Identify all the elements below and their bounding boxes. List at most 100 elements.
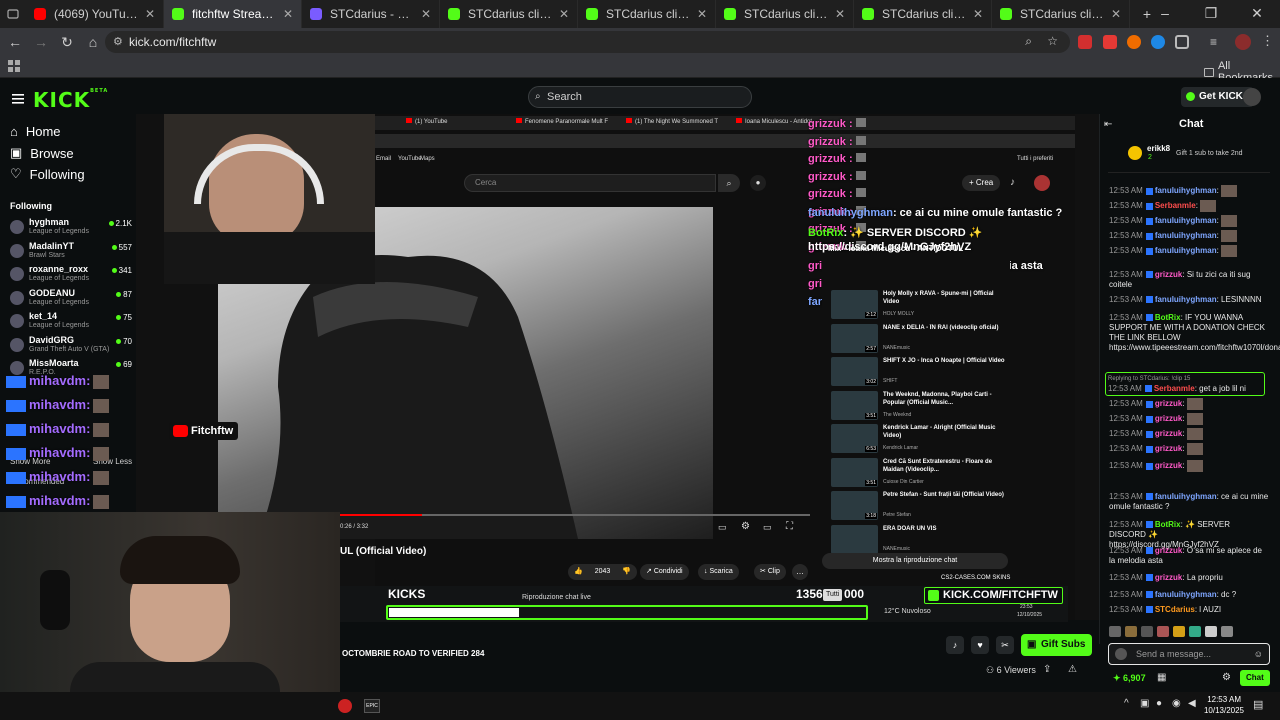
chat-message-input[interactable]: Send a message... ☺: [1108, 643, 1270, 665]
calendar-icon[interactable]: ▦: [1157, 672, 1166, 683]
tab-close-icon[interactable]: ✕: [973, 7, 983, 21]
tray-volume-icon[interactable]: ◀: [1188, 698, 1196, 709]
chat-message[interactable]: 12:53 AM Serbanmle:: [1109, 200, 1269, 212]
emote-icon[interactable]: [1141, 626, 1153, 637]
share-button[interactable]: ↗ Condividi: [640, 564, 689, 580]
playlist-item[interactable]: 3:18 Petre Stefan - Sunt frații tăi (Offi…: [831, 491, 1006, 522]
send-chat-button[interactable]: Chat: [1240, 670, 1270, 686]
home-icon[interactable]: ⌂: [80, 29, 106, 55]
chat-username[interactable]: grizzuk: [1155, 444, 1183, 453]
chat-username[interactable]: grizzuk: [1155, 546, 1183, 555]
subtitles-icon[interactable]: ▭: [718, 522, 727, 533]
channel-points[interactable]: ✦ 6,907: [1113, 673, 1146, 684]
tab-close-icon[interactable]: ✕: [559, 7, 569, 21]
taskbar-date[interactable]: 10/13/2025: [1202, 706, 1244, 715]
chat-message[interactable]: 12:53 AM BotRix: IF YOU WANNA SUPPORT ME …: [1109, 313, 1280, 353]
user-avatar[interactable]: [1243, 88, 1261, 106]
browser-tab[interactable]: (4069) YouTube ✕: [26, 0, 164, 28]
playlist-item[interactable]: 3:02 SHIFT X JO - Inca O Noapte | Officia…: [831, 357, 1006, 388]
chat-message[interactable]: 12:53 AM grizzuk:: [1109, 398, 1269, 410]
minimize-icon[interactable]: –: [1142, 0, 1188, 26]
kick-logo[interactable]: KICKBETA: [33, 88, 108, 112]
browser-tab[interactable]: STCdarius - KickBot ✕: [302, 0, 440, 28]
browser-tab[interactable]: STCdarius clipped by Serb ✕: [854, 0, 992, 28]
like-icon[interactable]: 👍: [574, 564, 583, 580]
chat-username[interactable]: STCdarius: [1155, 605, 1195, 614]
nav-browse[interactable]: ▣ Browse: [10, 145, 74, 161]
playlist-item[interactable]: ERA DOAR UN VIS NANEmusic: [831, 524, 1006, 556]
browser-tab[interactable]: STCdarius clipped by Serb ✕: [716, 0, 854, 28]
search-input[interactable]: ⌕ Search: [528, 86, 752, 108]
gift-subs-button[interactable]: ▣ Gift Subs: [1021, 634, 1093, 656]
tray-chevron-icon[interactable]: ^: [1124, 698, 1129, 709]
playlist-item[interactable]: 2:12 Holy Molly x RAVA - Spune-mi | Offic…: [831, 290, 1006, 321]
collapse-chat-icon[interactable]: ⇤: [1104, 119, 1112, 130]
emote-icon[interactable]: [1189, 626, 1201, 637]
more-options-icon[interactable]: …: [792, 564, 808, 580]
nav-following[interactable]: ♡ Following: [10, 166, 85, 182]
share-stream-icon[interactable]: ⇪: [1043, 664, 1051, 675]
taskbar-time[interactable]: 12:53 AM: [1205, 695, 1241, 704]
tab-close-icon[interactable]: ✕: [283, 7, 293, 21]
chat-message[interactable]: 12:53 AM grizzuk: Si tu zici ca iti sug c…: [1109, 270, 1269, 290]
chat-username[interactable]: Serbanmle: [1155, 201, 1196, 210]
chat-message[interactable]: 12:53 AM fanuluihyghman:: [1109, 215, 1269, 227]
following-channel[interactable]: DavidGRG Grand Theft Auto V (GTA) 70: [10, 335, 132, 357]
chat-username[interactable]: fanuluihyghman: [1155, 295, 1217, 304]
apps-grid-icon[interactable]: [8, 60, 20, 72]
theater-mode-icon[interactable]: ▭: [763, 522, 772, 533]
chat-username[interactable]: grizzuk: [1155, 429, 1183, 438]
chat-message[interactable]: 12:53 AM grizzuk:: [1109, 460, 1269, 472]
nav-home[interactable]: ⌂ Home: [10, 124, 61, 139]
hamburger-menu-icon[interactable]: [12, 91, 24, 104]
tab-close-icon[interactable]: ✕: [1111, 7, 1121, 21]
tab-close-icon[interactable]: ✕: [697, 7, 707, 21]
download-button[interactable]: ↓ Scarica: [698, 564, 739, 580]
following-channel[interactable]: GODEANU League of Legends 87: [10, 288, 132, 310]
report-icon[interactable]: ⚠: [1068, 664, 1077, 675]
playlist-item[interactable]: 2:57 NANE x DELIA - ÎN RAI (videoclip ofi…: [831, 323, 1006, 355]
back-icon[interactable]: ←: [2, 29, 28, 55]
emote-icon[interactable]: [1125, 626, 1137, 637]
following-channel[interactable]: MadalinYT Brawl Stars 557: [10, 241, 132, 263]
notification-center-icon[interactable]: ▤: [1253, 698, 1263, 711]
like-dislike-group[interactable]: 👍 2043 👎: [568, 564, 638, 580]
notifications-bell-icon[interactable]: ♪: [946, 636, 964, 654]
chat-username[interactable]: fanuluihyghman: [1155, 216, 1217, 225]
chat-username[interactable]: grizzuk: [1155, 461, 1183, 470]
emote-icon[interactable]: [1109, 626, 1121, 637]
fullscreen-icon[interactable]: ⛶: [786, 521, 793, 532]
emoji-picker-icon[interactable]: ☺: [1254, 644, 1263, 664]
emote-icon[interactable]: [1173, 626, 1185, 637]
extension-icon[interactable]: [1151, 35, 1165, 49]
yt-search-button-icon[interactable]: ⌕: [718, 174, 740, 192]
close-window-icon[interactable]: ✕: [1234, 0, 1280, 26]
chat-username[interactable]: fanuluihyghman: [1155, 231, 1217, 240]
emote-icon[interactable]: [1205, 626, 1217, 637]
emote-icon[interactable]: [1221, 626, 1233, 637]
chat-username[interactable]: fanuluihyghman: [1155, 590, 1217, 599]
browser-tab[interactable]: fitchftw Stream - Wat ✕: [164, 0, 302, 28]
video-progress-track[interactable]: [340, 514, 810, 516]
browser-tab[interactable]: STCdarius clipped by Serb ✕: [440, 0, 578, 28]
chat-username[interactable]: BotRix: [1155, 520, 1181, 529]
chat-message[interactable]: 12:53 AM fanuluihyghman: dc ?: [1109, 590, 1269, 600]
chat-message[interactable]: 12:53 AM fanuluihyghman: LESINNNN: [1109, 295, 1269, 305]
forward-icon[interactable]: →: [28, 29, 54, 55]
pinned-gifter[interactable]: erikk8 2 Gift 1 sub to take 2nd: [1108, 140, 1270, 173]
emote-icon[interactable]: [1157, 626, 1169, 637]
yt-search-input[interactable]: Cerca: [464, 174, 716, 192]
chat-message[interactable]: Replying to STCdarius: !clip 15 12:53 AM S…: [1105, 372, 1265, 396]
chat-message[interactable]: 12:53 AM grizzuk: La propriu: [1109, 573, 1269, 583]
tray-mic-icon[interactable]: ●: [1156, 698, 1162, 709]
chat-username[interactable]: grizzuk: [1155, 414, 1183, 423]
chat-message[interactable]: 12:53 AM grizzuk:: [1109, 443, 1269, 455]
chat-message[interactable]: 12:53 AM grizzuk: O sa mi se aplece de la…: [1109, 546, 1269, 566]
dislike-icon[interactable]: 👎: [622, 564, 631, 580]
playlist-item[interactable]: 3:51 Cred Că Sunt Extraterestru - Floare …: [831, 457, 1006, 489]
tab-close-icon[interactable]: ✕: [835, 7, 845, 21]
tray-network-icon[interactable]: ◉: [1172, 698, 1181, 709]
tray-app-icon[interactable]: ▣: [1140, 698, 1149, 709]
zoom-search-icon[interactable]: ⌕: [1025, 34, 1032, 49]
yt-create-button[interactable]: + Crea: [962, 175, 1001, 191]
